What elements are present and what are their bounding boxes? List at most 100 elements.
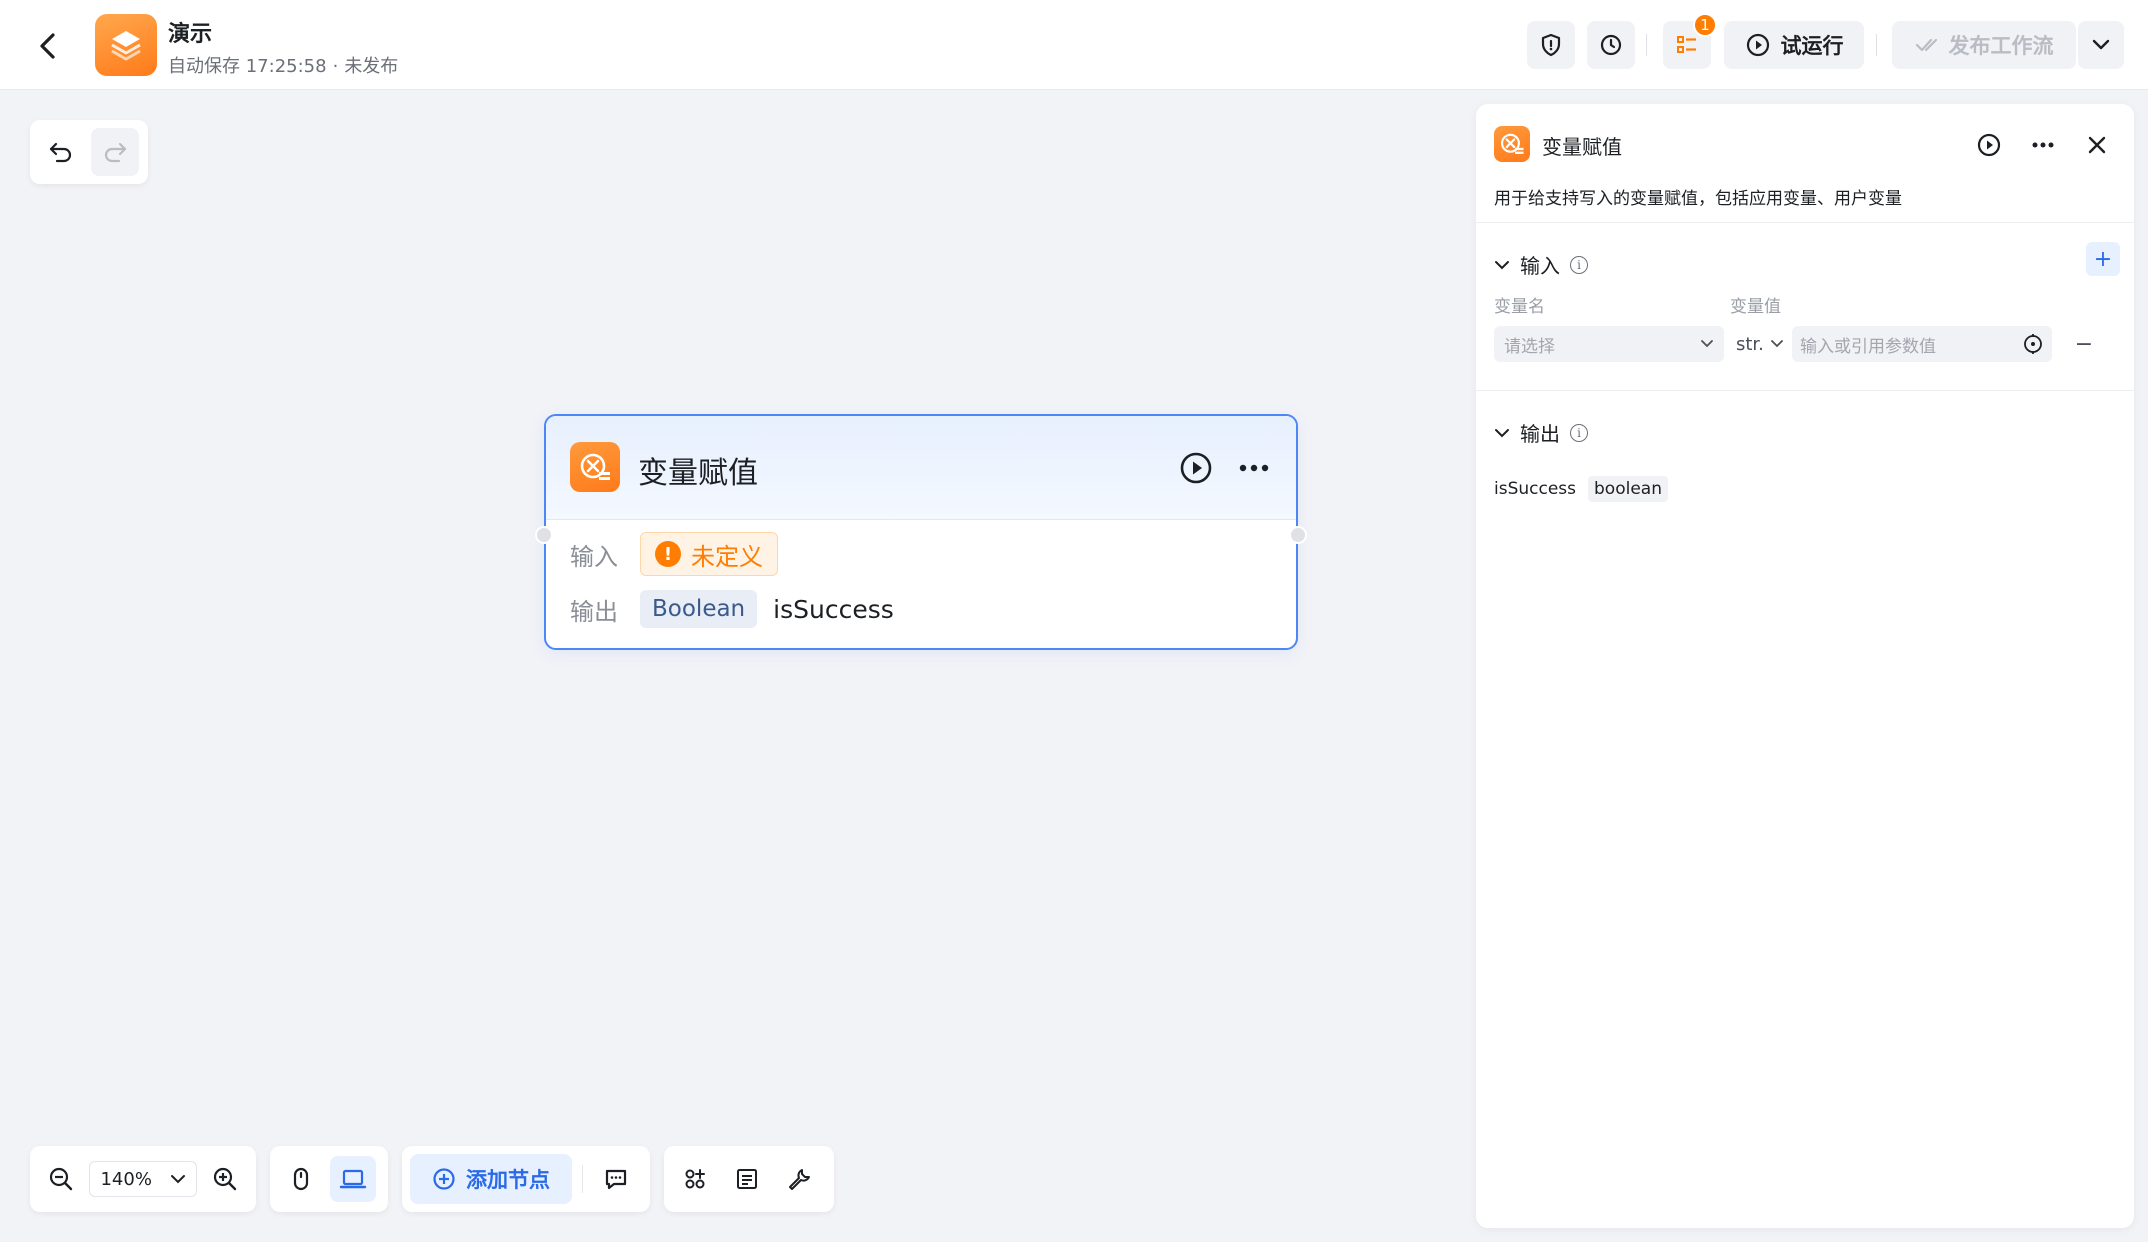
interaction-mode-group — [270, 1146, 388, 1212]
redo-icon — [104, 142, 127, 163]
panel-node-icon — [1494, 126, 1530, 162]
panel-divider — [1476, 222, 2134, 223]
output-variable-name: isSuccess — [773, 594, 894, 624]
zoom-controls: 140% — [30, 1146, 256, 1212]
variable-name-select[interactable]: 请选择 — [1494, 326, 1724, 362]
chevron-down-icon — [1495, 428, 1509, 437]
laptop-icon — [339, 1169, 367, 1189]
save-status: 自动保存 17:25:58 · 未发布 — [168, 52, 398, 78]
remove-variable-button[interactable]: − — [2072, 330, 2096, 358]
play-circle-icon — [1746, 33, 1769, 57]
clock-icon — [1600, 34, 1622, 56]
zoom-level-value: 140% — [100, 1168, 152, 1190]
plus-circle-icon — [433, 1168, 455, 1190]
auto-layout-button[interactable] — [672, 1156, 718, 1202]
undefined-text: 未定义 — [691, 542, 763, 571]
variable-value-placeholder: 输入或引用参数值 — [1800, 336, 1936, 357]
chevron-down-icon — [1771, 340, 1783, 348]
app-logo — [95, 14, 157, 76]
comment-button[interactable] — [593, 1156, 639, 1202]
header-divider — [1876, 34, 1877, 56]
zoom-in-icon — [214, 1167, 237, 1191]
input-port[interactable] — [535, 526, 553, 544]
add-variable-button[interactable]: + — [2086, 242, 2120, 276]
undefined-warning-tag: ! 未定义 — [640, 532, 778, 576]
back-button[interactable] — [30, 28, 66, 64]
panel-close-button[interactable] — [2082, 130, 2112, 160]
trackpad-mode-button[interactable] — [330, 1156, 376, 1202]
zoom-level-select[interactable]: 140% — [89, 1161, 197, 1197]
undo-icon — [49, 142, 72, 163]
test-run-label: 试运行 — [1780, 34, 1844, 58]
minimap-button[interactable] — [724, 1156, 770, 1202]
node-run-button[interactable] — [1178, 450, 1214, 486]
node-input-label: 输入 — [570, 542, 618, 571]
mouse-mode-button[interactable] — [278, 1156, 324, 1202]
variable-value-column-label: 变量值 — [1730, 297, 1781, 317]
chevron-down-icon — [1495, 260, 1509, 269]
publish-status-text: 未发布 — [344, 56, 399, 77]
panel-more-button[interactable] — [2028, 130, 2058, 160]
zoom-in-button[interactable] — [203, 1156, 248, 1202]
comment-icon — [605, 1169, 627, 1190]
node-output-label: 输出 — [570, 597, 618, 626]
nodes-grid-icon — [685, 1169, 705, 1189]
chevron-down-icon — [2092, 39, 2110, 50]
add-node-button[interactable]: 添加节点 — [410, 1154, 572, 1204]
output-variable-name: isSuccess — [1494, 479, 1577, 499]
more-horizontal-icon — [2032, 142, 2054, 148]
value-type-text: str. — [1736, 333, 1764, 355]
info-icon[interactable]: i — [1570, 423, 1588, 442]
zoom-out-icon — [49, 1167, 72, 1191]
node-input-row: 输入 ! 未定义 — [570, 532, 778, 576]
node-more-button[interactable] — [1236, 450, 1272, 486]
output-variable-type: boolean — [1588, 476, 1668, 502]
reference-icon[interactable] — [2022, 333, 2044, 355]
checklist-icon — [1677, 36, 1696, 53]
publish-workflow-button[interactable]: 发布工作流 — [1892, 21, 2076, 69]
layers-icon — [111, 31, 141, 61]
warning-icon: ! — [655, 541, 681, 567]
variable-value-input[interactable]: 输入或引用参数值 — [1792, 326, 2052, 362]
zoom-out-button[interactable] — [38, 1156, 83, 1202]
variable-assign-node[interactable]: 变量赋值 输入 ! 未定义 输出 Boolean isSuccess — [535, 414, 1307, 650]
panel-divider — [1476, 390, 2134, 391]
node-type-icon — [570, 442, 620, 492]
security-button[interactable] — [1527, 21, 1575, 69]
close-icon — [2088, 136, 2106, 154]
node-output-row: 输出 Boolean isSuccess — [570, 590, 894, 628]
variable-name-column-label: 变量名 — [1494, 297, 1545, 317]
output-variable-row: isSuccess boolean — [1494, 476, 1668, 502]
value-type-select[interactable]: str. — [1730, 326, 1790, 362]
issues-button[interactable]: 1 — [1663, 13, 1717, 69]
history-button[interactable] — [1587, 21, 1635, 69]
output-port[interactable] — [1289, 526, 1307, 544]
more-horizontal-icon — [1239, 464, 1269, 472]
chevron-down-icon — [170, 1175, 185, 1184]
issues-count-badge: 1 — [1693, 13, 1717, 37]
input-section-header[interactable]: 输入 i — [1494, 250, 1588, 279]
redo-button[interactable] — [91, 128, 139, 176]
autosave-text: 自动保存 17:25:58 — [168, 56, 327, 77]
info-icon[interactable]: i — [1570, 255, 1588, 274]
panel-title: 变量赋值 — [1542, 135, 1622, 159]
add-node-label: 添加节点 — [466, 1168, 550, 1192]
chevron-left-icon — [40, 33, 55, 59]
settings-tool-button[interactable] — [776, 1156, 822, 1202]
test-run-button[interactable]: 试运行 — [1724, 21, 1864, 69]
document-icon — [737, 1169, 757, 1189]
node-title: 变量赋值 — [638, 456, 758, 491]
app-name: 演示 — [168, 22, 213, 47]
top-bar: 演示 自动保存 17:25:58 · 未发布 1 试运行 发布工作流 — [0, 0, 2148, 90]
header-divider — [1646, 34, 1647, 56]
mouse-icon — [293, 1167, 309, 1191]
toolbar-divider — [582, 1165, 583, 1193]
variable-icon — [1500, 133, 1524, 154]
canvas-tools-group — [664, 1146, 834, 1212]
output-section-header[interactable]: 输出 i — [1494, 418, 1588, 447]
undo-button[interactable] — [37, 128, 85, 176]
publish-options-button[interactable] — [2078, 21, 2124, 69]
panel-run-button[interactable] — [1974, 130, 2004, 160]
node-config-panel: 变量赋值 用于给支持写入的变量赋值，包括应用变量、用户变量 输入 i + 变量名… — [1476, 104, 2134, 1228]
shield-icon — [1541, 33, 1561, 57]
